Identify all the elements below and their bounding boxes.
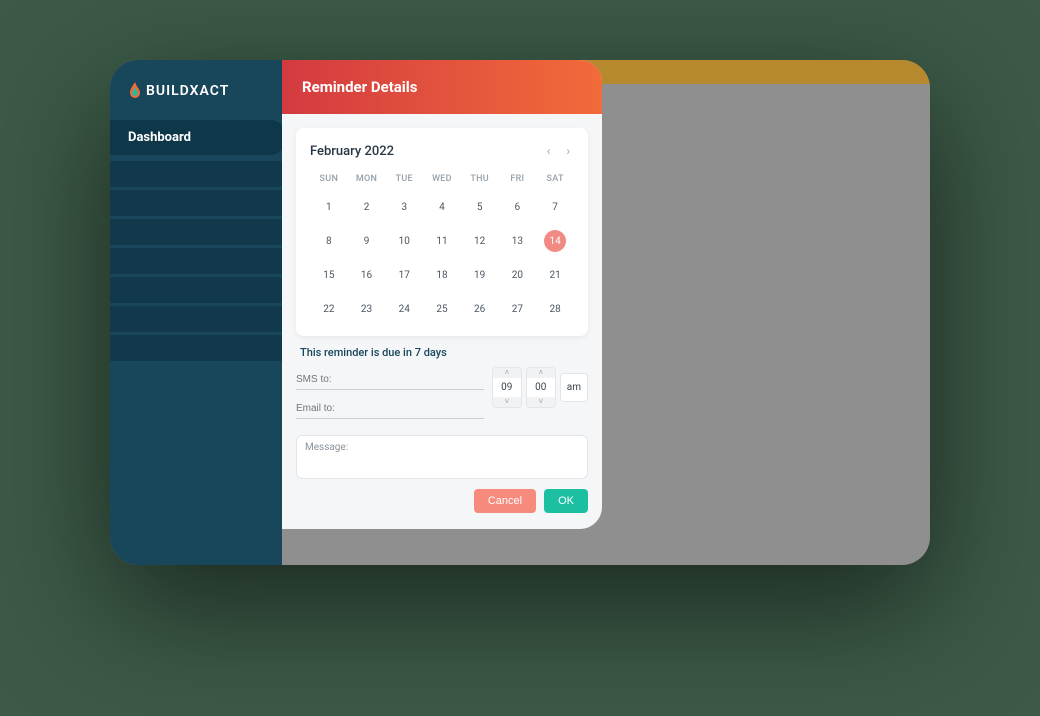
flame-icon — [128, 82, 142, 100]
due-note: This reminder is due in 7 days — [300, 346, 584, 359]
calendar-day[interactable]: 4 — [423, 190, 461, 224]
calendar-weekday: FRI — [499, 170, 537, 190]
chevron-up-icon[interactable]: ˄ — [527, 368, 555, 378]
calendar-day[interactable]: 2 — [348, 190, 386, 224]
calendar-day[interactable]: 27 — [499, 292, 537, 326]
calendar-day[interactable]: 21 — [536, 258, 574, 292]
calendar-day[interactable]: 25 — [423, 292, 461, 326]
calendar-weekday: THU — [461, 170, 499, 190]
sidebar-item-dashboard[interactable]: Dashboard — [110, 120, 286, 155]
calendar-day[interactable]: 17 — [385, 258, 423, 292]
calendar-grid: SUNMONTUEWEDTHUFRISAT 123456789101112131… — [310, 170, 574, 326]
calendar-day[interactable]: 24 — [385, 292, 423, 326]
calendar-weekday: WED — [423, 170, 461, 190]
brand-text: BUILDXACT — [146, 83, 229, 99]
reminder-modal: Reminder Details February 2022 ‹ › SUNMO… — [282, 60, 602, 529]
sidebar-item-placeholder[interactable] — [110, 306, 282, 332]
calendar-day[interactable]: 14 — [536, 224, 574, 258]
calendar-weekday: SUN — [310, 170, 348, 190]
email-to-input[interactable] — [296, 399, 484, 419]
sidebar-item-placeholder[interactable] — [110, 248, 282, 274]
calendar-day[interactable]: 5 — [461, 190, 499, 224]
calendar-weekday: TUE — [385, 170, 423, 190]
minute-value: 00 — [527, 378, 555, 397]
time-picker: ˄ 09 ˅ ˄ 00 ˅ am — [492, 367, 588, 408]
chevron-up-icon[interactable]: ˄ — [493, 368, 521, 378]
ok-button[interactable]: OK — [544, 489, 588, 513]
calendar-day[interactable]: 11 — [423, 224, 461, 258]
minute-stepper[interactable]: ˄ 00 ˅ — [526, 367, 556, 408]
sidebar-item-placeholder[interactable] — [110, 277, 282, 303]
calendar-day[interactable]: 9 — [348, 224, 386, 258]
calendar-day[interactable]: 18 — [423, 258, 461, 292]
main-area: Reminder Details February 2022 ‹ › SUNMO… — [282, 60, 930, 565]
calendar-weekday: SAT — [536, 170, 574, 190]
cancel-button[interactable]: Cancel — [474, 489, 536, 513]
calendar-day[interactable]: 19 — [461, 258, 499, 292]
calendar: February 2022 ‹ › SUNMONTUEWEDTHUFRISAT … — [296, 128, 588, 336]
chevron-down-icon[interactable]: ˅ — [493, 397, 521, 407]
modal-title: Reminder Details — [282, 60, 602, 114]
app-window: BUILDXACT Dashboard Reminder Details — [110, 60, 930, 565]
calendar-day[interactable]: 6 — [499, 190, 537, 224]
calendar-day[interactable]: 12 — [461, 224, 499, 258]
calendar-day[interactable]: 13 — [499, 224, 537, 258]
calendar-day[interactable]: 1 — [310, 190, 348, 224]
calendar-day[interactable]: 16 — [348, 258, 386, 292]
sms-to-input[interactable] — [296, 370, 484, 390]
calendar-day[interactable]: 20 — [499, 258, 537, 292]
calendar-day[interactable]: 22 — [310, 292, 348, 326]
chevron-down-icon[interactable]: ˅ — [527, 397, 555, 407]
calendar-month-label: February 2022 — [310, 144, 394, 159]
hour-stepper[interactable]: ˄ 09 ˅ — [492, 367, 522, 408]
calendar-weekday: MON — [348, 170, 386, 190]
calendar-next-icon[interactable]: › — [562, 142, 574, 160]
calendar-day[interactable]: 10 — [385, 224, 423, 258]
calendar-prev-icon[interactable]: ‹ — [543, 142, 555, 160]
sidebar-item-placeholder[interactable] — [110, 161, 282, 187]
calendar-day[interactable]: 15 — [310, 258, 348, 292]
sidebar-item-placeholder[interactable] — [110, 335, 282, 361]
sidebar: BUILDXACT Dashboard — [110, 60, 282, 565]
calendar-day[interactable]: 28 — [536, 292, 574, 326]
sidebar-item-placeholder[interactable] — [110, 219, 282, 245]
calendar-day[interactable]: 26 — [461, 292, 499, 326]
calendar-day[interactable]: 8 — [310, 224, 348, 258]
calendar-day[interactable]: 23 — [348, 292, 386, 326]
message-input[interactable]: Message: — [296, 435, 588, 479]
ampm-toggle[interactable]: am — [560, 373, 588, 402]
calendar-day[interactable]: 3 — [385, 190, 423, 224]
sidebar-item-placeholder[interactable] — [110, 190, 282, 216]
hour-value: 09 — [493, 378, 521, 397]
calendar-day[interactable]: 7 — [536, 190, 574, 224]
brand-logo: BUILDXACT — [110, 82, 282, 120]
